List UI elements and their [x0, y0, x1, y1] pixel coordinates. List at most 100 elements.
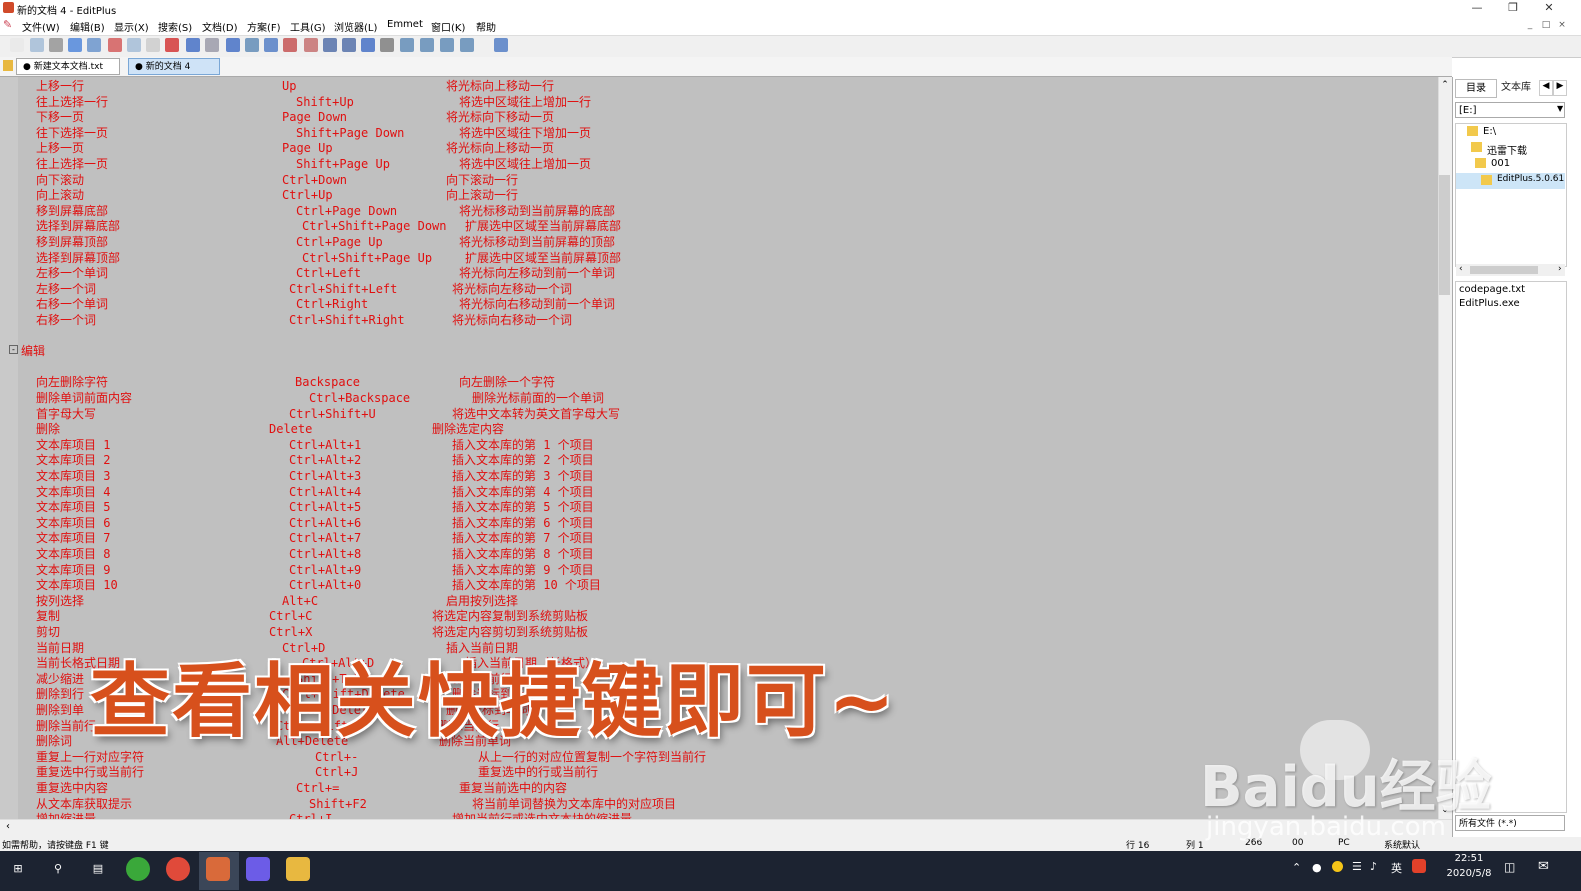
command-name: 复制: [36, 609, 61, 624]
search-icon[interactable]: ⚲: [46, 857, 70, 881]
app-taskbar-icon[interactable]: [246, 857, 270, 881]
command-name: 减少缩进: [36, 671, 85, 686]
minimize-button[interactable]: —: [1459, 0, 1495, 17]
tray-chevron-icon[interactable]: ⌃: [1292, 861, 1301, 874]
editplus-taskbar-icon[interactable]: [206, 857, 230, 881]
open-file-icon[interactable]: [30, 38, 44, 52]
format-icon[interactable]: [283, 38, 297, 52]
goto-icon[interactable]: [264, 38, 278, 52]
view2-icon[interactable]: [420, 38, 434, 52]
clock-time[interactable]: 22:51: [1446, 853, 1492, 864]
menu-item[interactable]: 搜索(S): [158, 19, 192, 34]
command-name: 上移一页: [36, 141, 85, 156]
iqiyi-app-icon[interactable]: [126, 857, 150, 881]
shortcut-key: Ctrl+Shift+Right: [289, 313, 405, 327]
font-icon[interactable]: [304, 38, 318, 52]
sogou-ime-icon[interactable]: [1412, 859, 1426, 873]
find-icon[interactable]: [226, 38, 240, 52]
close-button[interactable]: ✕: [1531, 0, 1567, 17]
settings-icon[interactable]: [380, 38, 394, 52]
spell-check-icon[interactable]: [68, 38, 82, 52]
command-name: 从文本库获取提示: [36, 796, 133, 811]
command-description: 插入文本库的第 6 个项目: [452, 515, 594, 530]
ime-indicator[interactable]: 英: [1391, 860, 1402, 876]
menu-item[interactable]: 浏览器(L): [334, 19, 377, 34]
menu-item[interactable]: 显示(X): [114, 19, 149, 34]
new-file-icon[interactable]: [10, 38, 24, 52]
indent-icon[interactable]: [323, 38, 337, 52]
line-number-icon[interactable]: [361, 38, 375, 52]
tree-item-xunlei[interactable]: 迅雷下载: [1487, 142, 1527, 157]
volume-icon[interactable]: ♪: [1370, 860, 1377, 873]
file-explorer-icon[interactable]: [286, 857, 310, 881]
mdi-close-icon[interactable]: ×: [1555, 19, 1569, 31]
menu-item[interactable]: 窗口(K): [431, 19, 465, 34]
menu-item[interactable]: 编辑(B): [70, 19, 105, 34]
command-description: 删除选定内容: [432, 422, 505, 437]
view1-icon[interactable]: [400, 38, 414, 52]
panel-tab-left-icon[interactable]: ◀: [1539, 80, 1553, 96]
vertical-scroll-thumb[interactable]: [1439, 175, 1450, 295]
scroll-left-icon[interactable]: ‹: [6, 821, 10, 832]
undo-icon[interactable]: [186, 38, 200, 52]
command-name: 当前日期: [36, 640, 85, 655]
scroll-up-icon[interactable]: ⌃: [1439, 80, 1451, 92]
clock-date[interactable]: 2020/5/8: [1438, 868, 1500, 879]
action-center-icon[interactable]: ◫: [1504, 860, 1515, 874]
save-icon[interactable]: [87, 38, 101, 52]
print-icon[interactable]: [49, 38, 63, 52]
shortcut-key: Ctrl+Backspace: [309, 391, 411, 405]
command-description: 将光标向左移动一个词: [452, 281, 573, 296]
network-icon[interactable]: ☰: [1352, 860, 1362, 873]
mdi-minimize-icon[interactable]: _: [1523, 19, 1537, 31]
menu-item[interactable]: 方案(F): [247, 19, 281, 34]
replace-icon[interactable]: [245, 38, 259, 52]
menu-item[interactable]: 文档(D): [202, 19, 238, 34]
menu-item[interactable]: 工具(G): [290, 19, 326, 34]
cut-icon[interactable]: [108, 38, 122, 52]
notification-icon[interactable]: ✉: [1538, 859, 1549, 874]
copy-icon[interactable]: [127, 38, 141, 52]
redo-icon[interactable]: [205, 38, 219, 52]
menu-item[interactable]: 帮助: [476, 19, 496, 34]
windows-start-icon[interactable]: ⊞: [6, 857, 30, 881]
command-description: 重复当前选中的内容: [459, 781, 568, 795]
shortcut-key: Ctrl+I: [289, 811, 332, 819]
scroll-right-icon[interactable]: ›: [1558, 264, 1562, 274]
tab-new-text-document[interactable]: ● 新建文本文档.txt: [16, 58, 120, 75]
tree-item-drive-root[interactable]: E:\: [1483, 126, 1496, 137]
command-description: 删除光标前面的一个单词: [472, 391, 605, 405]
view3-icon[interactable]: [440, 38, 454, 52]
paste-icon[interactable]: [146, 38, 160, 52]
word-wrap-icon[interactable]: [342, 38, 356, 52]
menu-item[interactable]: Emmet: [387, 19, 423, 30]
tab-new-document-4[interactable]: ● 新的文档 4: [128, 58, 220, 75]
open-folder-icon[interactable]: [3, 60, 13, 71]
tree-scroll-thumb[interactable]: [1470, 266, 1538, 274]
chevron-down-icon: ▼: [1557, 104, 1564, 113]
panel-tab-right-icon[interactable]: ▶: [1553, 80, 1567, 96]
task-view-icon[interactable]: ▤: [86, 857, 110, 881]
mdi-restore-icon[interactable]: □: [1539, 19, 1553, 31]
menu-item[interactable]: 文件(W): [22, 19, 60, 34]
restore-button[interactable]: ❐: [1495, 0, 1531, 17]
chrome-icon[interactable]: [166, 857, 190, 881]
view4-icon[interactable]: [460, 38, 474, 52]
tree-item-editplus[interactable]: EditPlus.5.0.611: [1497, 174, 1565, 184]
microphone-icon[interactable]: ●: [1312, 861, 1322, 874]
shortcut-key: Ctrl+Alt+9: [289, 562, 362, 577]
drive-select[interactable]: [E:]: [1455, 102, 1565, 118]
tab-cliptext[interactable]: 文本库: [1497, 80, 1535, 96]
delete-icon[interactable]: [165, 38, 179, 52]
help-icon[interactable]: [494, 38, 508, 52]
scroll-left-icon[interactable]: ‹: [1459, 264, 1463, 274]
fold-toggle-icon[interactable]: -: [9, 345, 18, 354]
tray-app-icon[interactable]: [1332, 861, 1343, 872]
file-item-editplus-exe[interactable]: EditPlus.exe: [1459, 298, 1520, 309]
command-name: 删除到单: [36, 703, 85, 717]
tab-directory[interactable]: 目录: [1455, 79, 1497, 98]
file-item-codepage[interactable]: codepage.txt: [1459, 284, 1525, 295]
tree-item-001[interactable]: 001: [1491, 158, 1510, 169]
command-description: 插入文本库的第 1 个项目: [452, 437, 594, 452]
command-name: 文本库项目 6: [36, 515, 111, 530]
